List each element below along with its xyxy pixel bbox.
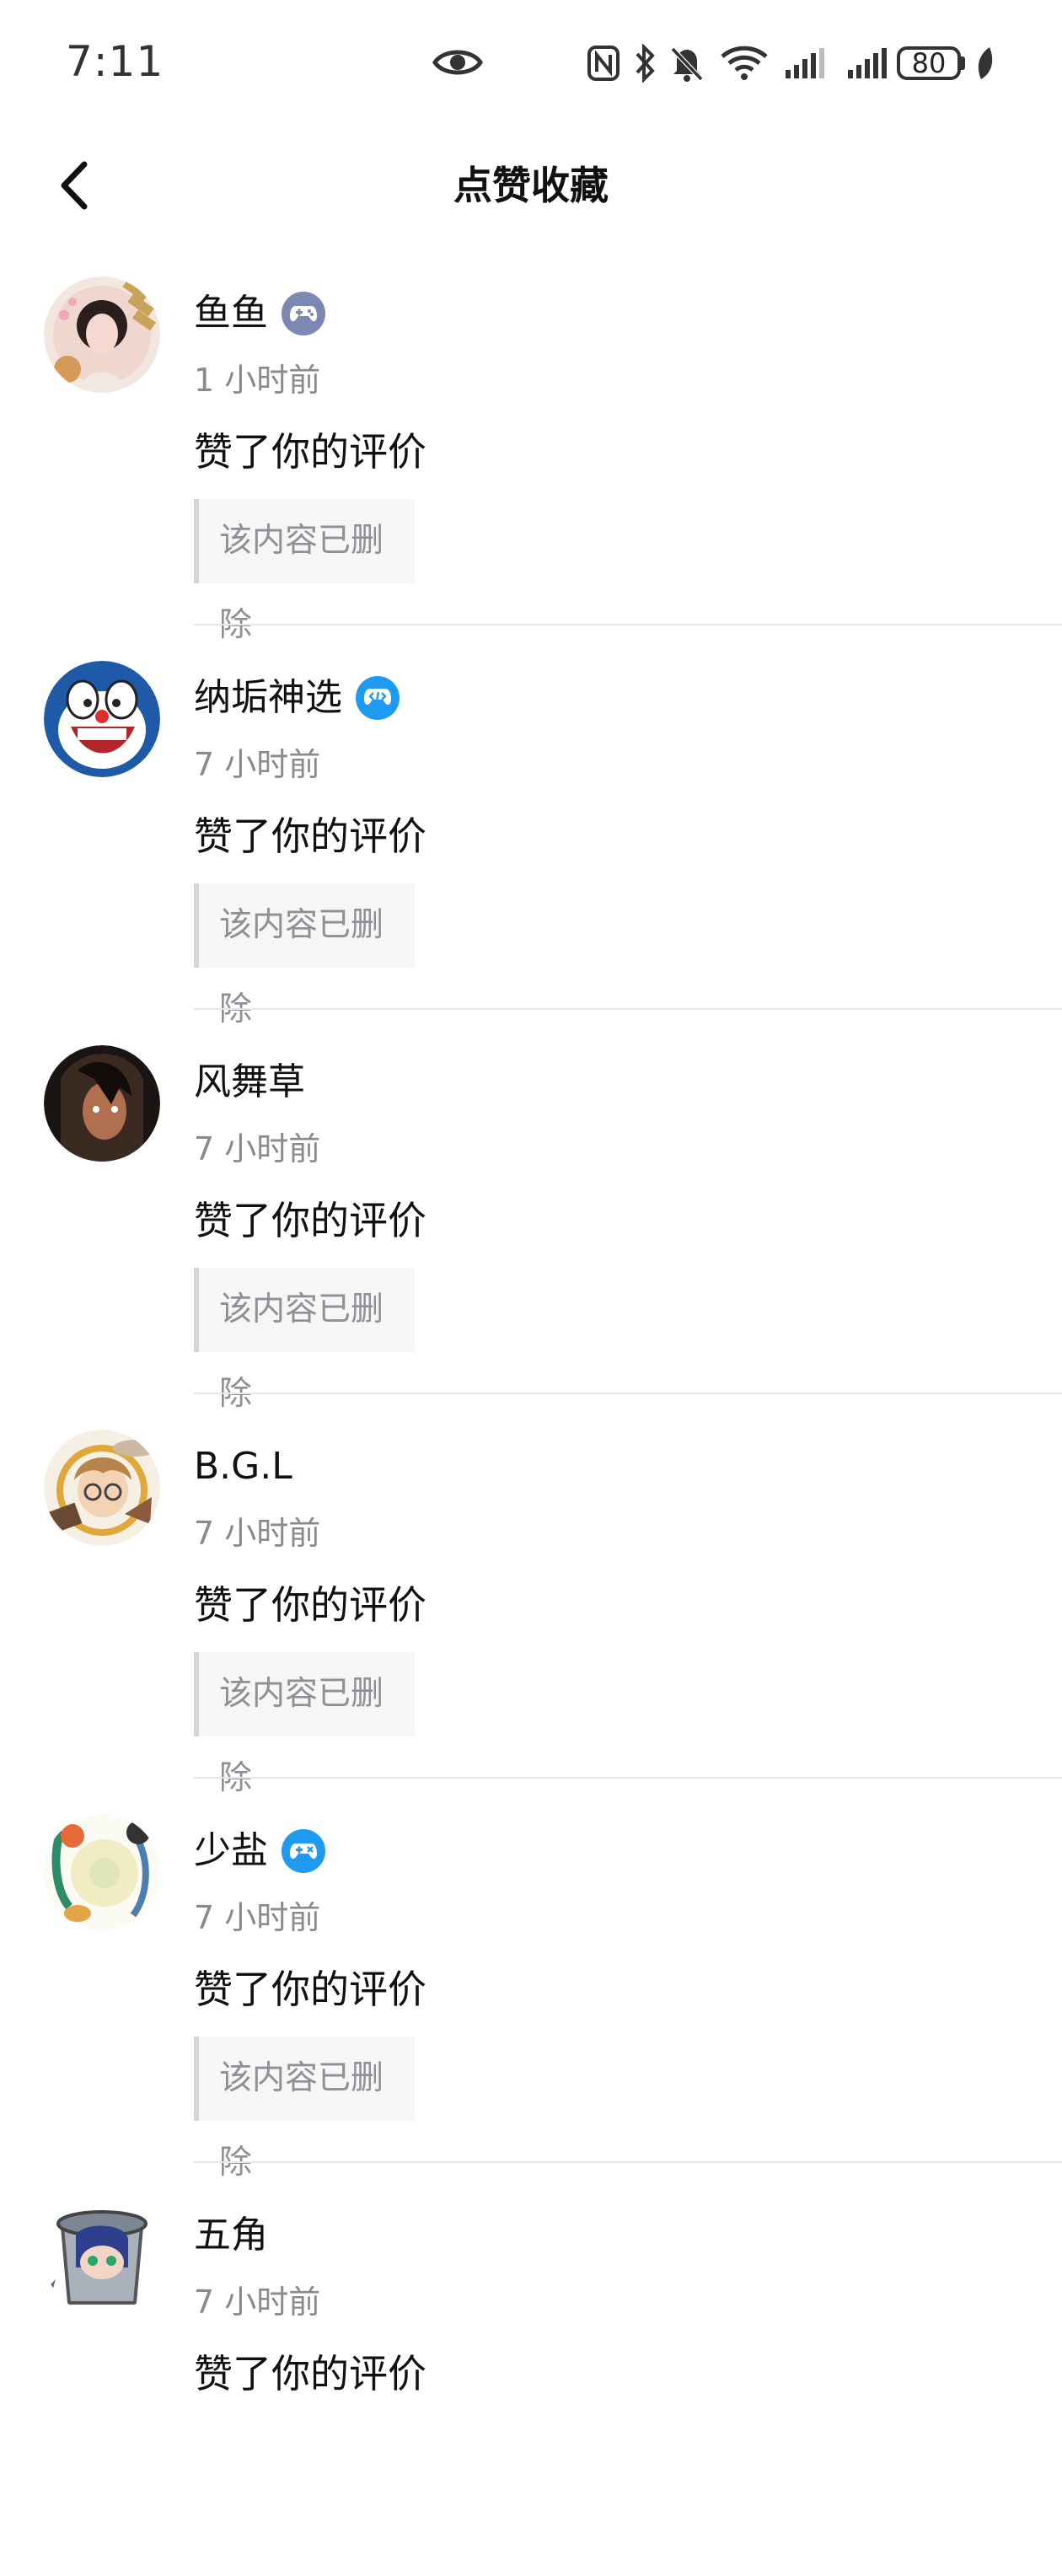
timestamp: 7 小时前: [194, 2284, 321, 2321]
action-text: 赞了你的评价: [194, 1967, 426, 2012]
timestamp: 7 小时前: [194, 746, 321, 783]
avatar[interactable]: [44, 1814, 160, 1930]
avatar[interactable]: [44, 1430, 160, 1546]
status-bar: 7:11 80: [0, 0, 1062, 131]
battery-tip: [961, 56, 965, 70]
list-item[interactable]: 鱼鱼 1 小时前 赞了你的评价 该内容已删除: [0, 270, 1062, 654]
nav-bar: 点赞收藏: [0, 131, 1062, 240]
timestamp: 7 小时前: [194, 1899, 321, 1936]
notification-list: 鱼鱼 1 小时前 赞了你的评价 该内容已删除 纳垢神选 7 小时前 赞了你的评价…: [0, 270, 1062, 2576]
signal-icon: [786, 48, 824, 78]
page-title: 点赞收藏: [453, 163, 609, 208]
action-text: 赞了你的评价: [194, 1198, 426, 1243]
list-item[interactable]: 少盐 7 小时前 赞了你的评价 该内容已删除: [0, 1807, 1062, 2192]
gamepad-badge-icon: [282, 292, 325, 335]
user-name[interactable]: 鱼鱼: [194, 288, 268, 339]
divider: [194, 1393, 1062, 1394]
list-item[interactable]: 纳垢神选 7 小时前 赞了你的评价 该内容已删除: [0, 654, 1062, 1038]
user-name[interactable]: 五角: [194, 2210, 268, 2261]
status-time: 7:11: [66, 37, 164, 86]
quoted-content[interactable]: 该内容已删除: [194, 499, 415, 644]
mute-icon: [670, 46, 704, 82]
user-name[interactable]: B.G.L: [194, 1441, 292, 1492]
bluetooth-icon: [636, 44, 655, 83]
signal-icon: [848, 48, 887, 78]
divider: [194, 1008, 1062, 1010]
user-name[interactable]: 少盐: [194, 1826, 268, 1876]
divider: [194, 1777, 1062, 1779]
leaf-icon: [978, 47, 993, 79]
wifi-icon: [721, 46, 768, 80]
action-text: 赞了你的评价: [194, 2351, 426, 2396]
eye-icon: [432, 50, 483, 75]
avatar[interactable]: [44, 276, 160, 393]
quoted-content[interactable]: 该内容已删除: [194, 1652, 415, 1797]
gamepad-badge-icon: [282, 1829, 325, 1873]
action-text: 赞了你的评价: [194, 429, 426, 475]
list-item[interactable]: 五角 7 小时前 赞了你的评价: [0, 2192, 1062, 2576]
list-item[interactable]: 风舞草 7 小时前 赞了你的评价 该内容已删除: [0, 1038, 1062, 1423]
avatar[interactable]: [44, 661, 160, 777]
nfc-icon: [587, 46, 620, 81]
action-text: 赞了你的评价: [194, 1582, 426, 1628]
divider: [194, 624, 1062, 625]
battery-icon: 80: [897, 46, 961, 80]
timestamp: 7 小时前: [194, 1515, 321, 1552]
timestamp: 1 小时前: [194, 362, 321, 399]
divider: [194, 2161, 1062, 2163]
developer-badge-icon: [356, 676, 400, 720]
quoted-content[interactable]: 该内容已删除: [194, 2037, 415, 2182]
timestamp: 7 小时前: [194, 1130, 321, 1167]
action-text: 赞了你的评价: [194, 813, 426, 859]
avatar[interactable]: [44, 2198, 160, 2315]
avatar[interactable]: [44, 1045, 160, 1162]
user-name[interactable]: 纳垢神选: [194, 673, 342, 723]
user-name[interactable]: 风舞草: [194, 1057, 305, 1108]
quoted-content[interactable]: 该内容已删除: [194, 1268, 415, 1413]
quoted-content[interactable]: 该内容已删除: [194, 883, 415, 1028]
list-item[interactable]: B.G.L 7 小时前 赞了你的评价 该内容已删除: [0, 1423, 1062, 1807]
